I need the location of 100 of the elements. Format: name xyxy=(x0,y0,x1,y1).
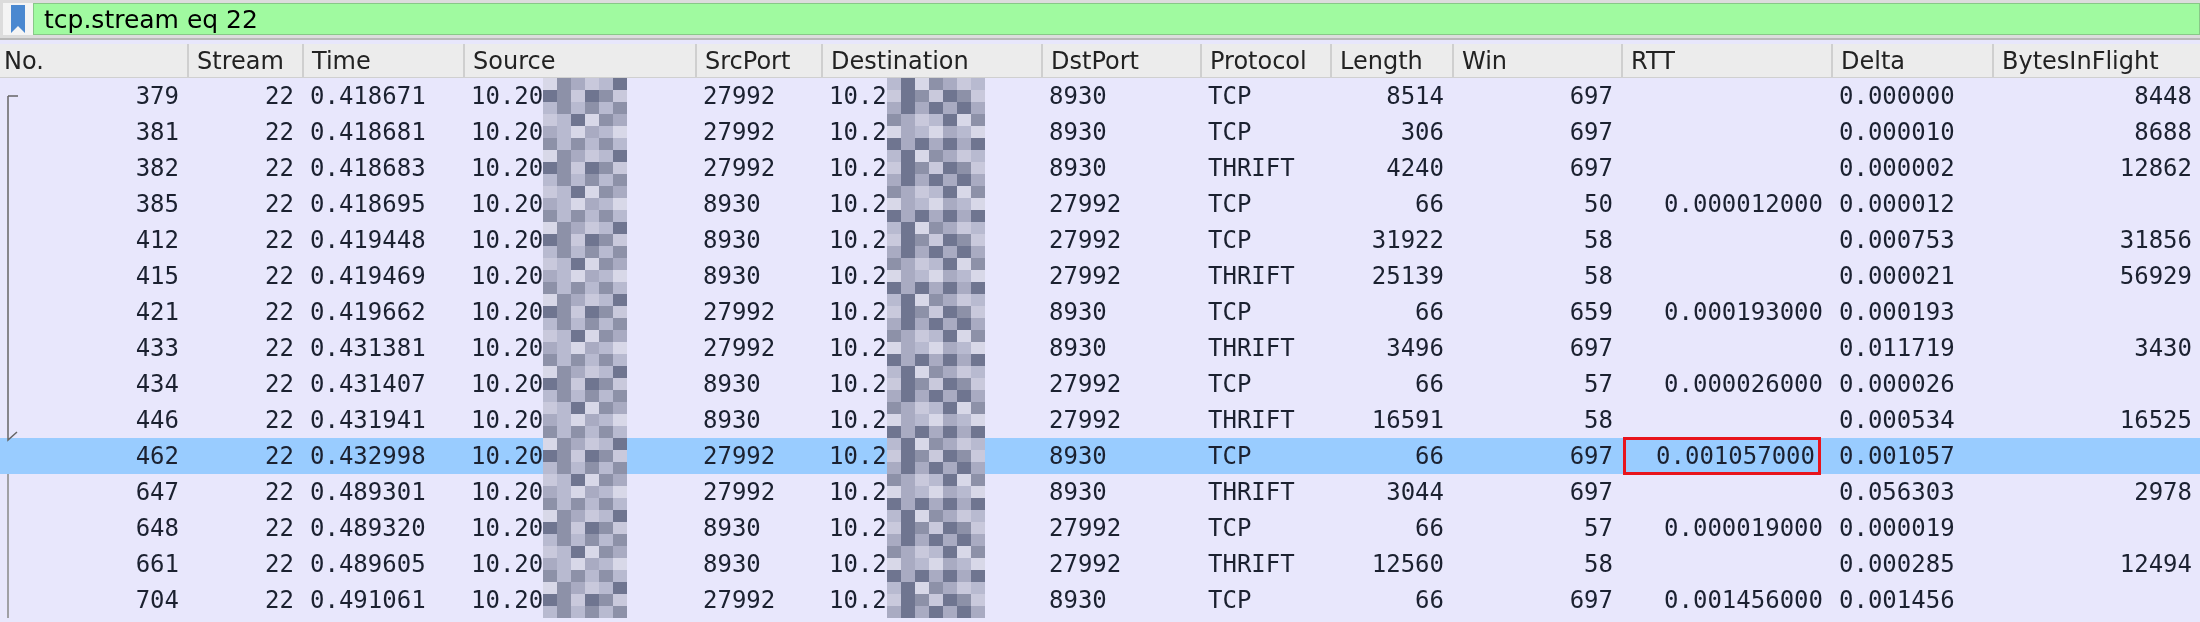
table-cell-text: 306 xyxy=(1399,117,1445,148)
table-cell-text: 22 xyxy=(264,405,295,436)
table-cell-text: 27992 xyxy=(702,153,777,184)
table-cell-text: 697 xyxy=(1568,585,1614,616)
table-cell-text: 0.001456000 xyxy=(1663,585,1824,616)
table-cell-text: 66 xyxy=(1414,513,1445,544)
table-cell-text: 421 xyxy=(134,297,180,328)
table-cell-text: 379 xyxy=(134,81,180,112)
column-header[interactable]: Delta xyxy=(1831,44,1992,77)
packet-row[interactable]: 661 22 0.489605 10.20 8930 10.2 27992 THRIFT 12560 58 0.000285 12494 xyxy=(0,546,2200,582)
table-cell-text: 0.000000 xyxy=(1838,81,1956,112)
table-cell-text: 434 xyxy=(134,369,180,400)
table-cell-text: 0.000021 xyxy=(1838,261,1956,292)
table-cell-text: 27992 xyxy=(702,297,777,328)
table-cell-text: 0.000002 xyxy=(1838,153,1956,184)
table-cell-text: TCP xyxy=(1207,117,1253,148)
column-header[interactable]: SrcPort xyxy=(695,44,821,77)
table-cell-text: 382 xyxy=(134,153,180,184)
table-cell-text: 22 xyxy=(264,297,295,328)
table-cell-text: 0.419469 xyxy=(309,261,427,292)
address-cell: 10.2 xyxy=(829,514,887,542)
packet-row[interactable]: 381 22 0.418681 10.20 27992 10.2 8930 TCP 306 697 0.000010 8688 xyxy=(0,114,2200,150)
bookmark-icon[interactable] xyxy=(10,4,26,34)
address-cell: 10.20 xyxy=(471,334,544,362)
address-cell: 10.2 xyxy=(829,226,887,254)
packet-row[interactable]: 433 22 0.431381 10.20 27992 10.2 8930 THRIFT 3496 697 0.011719 3430 xyxy=(0,330,2200,366)
table-cell-text: 22 xyxy=(264,369,295,400)
table-cell-text: 8930 xyxy=(1048,333,1108,364)
address-cell: 10.2 xyxy=(829,334,887,362)
table-cell-text: 8930 xyxy=(1048,297,1108,328)
column-header[interactable]: Protocol xyxy=(1200,44,1330,77)
table-cell-text: 27992 xyxy=(1048,369,1123,400)
table-cell-text: 27992 xyxy=(1048,261,1123,292)
table-cell-text: 0.001456 xyxy=(1838,585,1956,616)
column-header[interactable]: Time xyxy=(302,44,463,77)
table-cell-text: 0.418681 xyxy=(309,117,427,148)
address-cell: 10.20 xyxy=(471,262,544,290)
table-cell-text: 2978 xyxy=(2133,477,2193,508)
table-cell-text: 8514 xyxy=(1385,81,1445,112)
packet-row[interactable]: 385 22 0.418695 10.20 8930 10.2 27992 TCP 66 50 0.000012000 0.000012 xyxy=(0,186,2200,222)
table-cell-text: 8930 xyxy=(1048,117,1108,148)
table-cell-text: 0.000019000 xyxy=(1663,513,1824,544)
table-cell-text: 8930 xyxy=(702,369,762,400)
table-cell-text: 0.011719 xyxy=(1838,333,1956,364)
table-cell-text: 8930 xyxy=(702,549,762,580)
table-cell-text: TCP xyxy=(1207,189,1253,220)
column-header[interactable]: Length xyxy=(1330,44,1452,77)
table-cell-text: 0.001057 xyxy=(1838,441,1956,472)
address-cell: 10.2 xyxy=(829,118,887,146)
packet-row[interactable]: 648 22 0.489320 10.20 8930 10.2 27992 TCP 66 57 0.000019000 0.000019 xyxy=(0,510,2200,546)
packet-row[interactable]: 462 22 0.432998 10.20 27992 10.2 8930 TCP 66 697 0.001057000 0.001057 xyxy=(0,438,2200,474)
column-header[interactable]: DstPort xyxy=(1041,44,1200,77)
packet-row[interactable]: 412 22 0.419448 10.20 8930 10.2 27992 TCP 31922 58 0.000753 31856 xyxy=(0,222,2200,258)
table-cell-text: 58 xyxy=(1583,549,1614,580)
table-cell-text: 31922 xyxy=(1370,225,1445,256)
table-cell-text: THRIFT xyxy=(1207,405,1296,436)
table-cell-text: 0.000026 xyxy=(1838,369,1956,400)
packet-row[interactable]: 379 22 0.418671 10.20 27992 10.2 8930 TCP 8514 697 0.000000 8448 xyxy=(0,78,2200,114)
packet-row[interactable]: 647 22 0.489301 10.20 27992 10.2 8930 THRIFT 3044 697 0.056303 2978 xyxy=(0,474,2200,510)
table-cell-text: 12560 xyxy=(1370,549,1445,580)
table-cell-text: 697 xyxy=(1568,81,1614,112)
table-cell-text: 16591 xyxy=(1370,405,1445,436)
column-header[interactable]: BytesInFlight xyxy=(1992,44,2200,77)
table-cell-text: 0.489605 xyxy=(309,549,427,580)
packet-row[interactable]: 382 22 0.418683 10.20 27992 10.2 8930 THRIFT 4240 697 0.000002 12862 xyxy=(0,150,2200,186)
table-cell-text: 647 xyxy=(134,477,180,508)
table-cell-text: 57 xyxy=(1583,513,1614,544)
table-cell-text: 22 xyxy=(264,333,295,364)
table-cell-text: 0.000534 xyxy=(1838,405,1956,436)
packet-row[interactable]: 415 22 0.419469 10.20 8930 10.2 27992 THRIFT 25139 58 0.000021 56929 xyxy=(0,258,2200,294)
table-cell-text: 22 xyxy=(264,513,295,544)
column-header[interactable]: Stream xyxy=(187,44,302,77)
table-cell-text: 22 xyxy=(264,225,295,256)
table-cell-text: 58 xyxy=(1583,405,1614,436)
address-cell: 10.20 xyxy=(471,586,544,614)
column-header[interactable]: Win xyxy=(1452,44,1621,77)
table-cell-text: 27992 xyxy=(702,81,777,112)
packet-row[interactable]: 446 22 0.431941 10.20 8930 10.2 27992 THRIFT 16591 58 0.000534 16525 xyxy=(0,402,2200,438)
table-cell-text: 66 xyxy=(1414,441,1445,472)
packet-row[interactable]: 704 22 0.491061 10.20 27992 10.2 8930 TCP 66 697 0.001456000 0.001456 xyxy=(0,582,2200,618)
packet-row[interactable]: 434 22 0.431407 10.20 8930 10.2 27992 TCP 66 57 0.000026000 0.000026 xyxy=(0,366,2200,402)
table-cell-text: TCP xyxy=(1207,441,1253,472)
column-header[interactable]: No. xyxy=(0,44,187,77)
table-cell-text: 27992 xyxy=(1048,549,1123,580)
column-header[interactable]: RTT xyxy=(1621,44,1831,77)
table-cell-text: 0.000753 xyxy=(1838,225,1956,256)
table-cell-text: TCP xyxy=(1207,369,1253,400)
table-cell-text: TCP xyxy=(1207,297,1253,328)
table-cell-text: 27992 xyxy=(1048,189,1123,220)
table-cell-text: 659 xyxy=(1568,297,1614,328)
table-cell: 0.001057000 xyxy=(1625,439,1819,473)
table-cell-text: 0.489320 xyxy=(309,513,427,544)
table-cell-text: 22 xyxy=(264,549,295,580)
table-cell-text: 462 xyxy=(134,441,180,472)
table-cell-text: 27992 xyxy=(1048,405,1123,436)
table-cell-text: 412 xyxy=(134,225,180,256)
packet-row[interactable]: 421 22 0.419662 10.20 27992 10.2 8930 TCP 66 659 0.000193000 0.000193 xyxy=(0,294,2200,330)
display-filter-field[interactable]: tcp.stream eq 22 xyxy=(33,3,2200,35)
table-cell-text: TCP xyxy=(1207,81,1253,112)
table-cell-text: 0.489301 xyxy=(309,477,427,508)
